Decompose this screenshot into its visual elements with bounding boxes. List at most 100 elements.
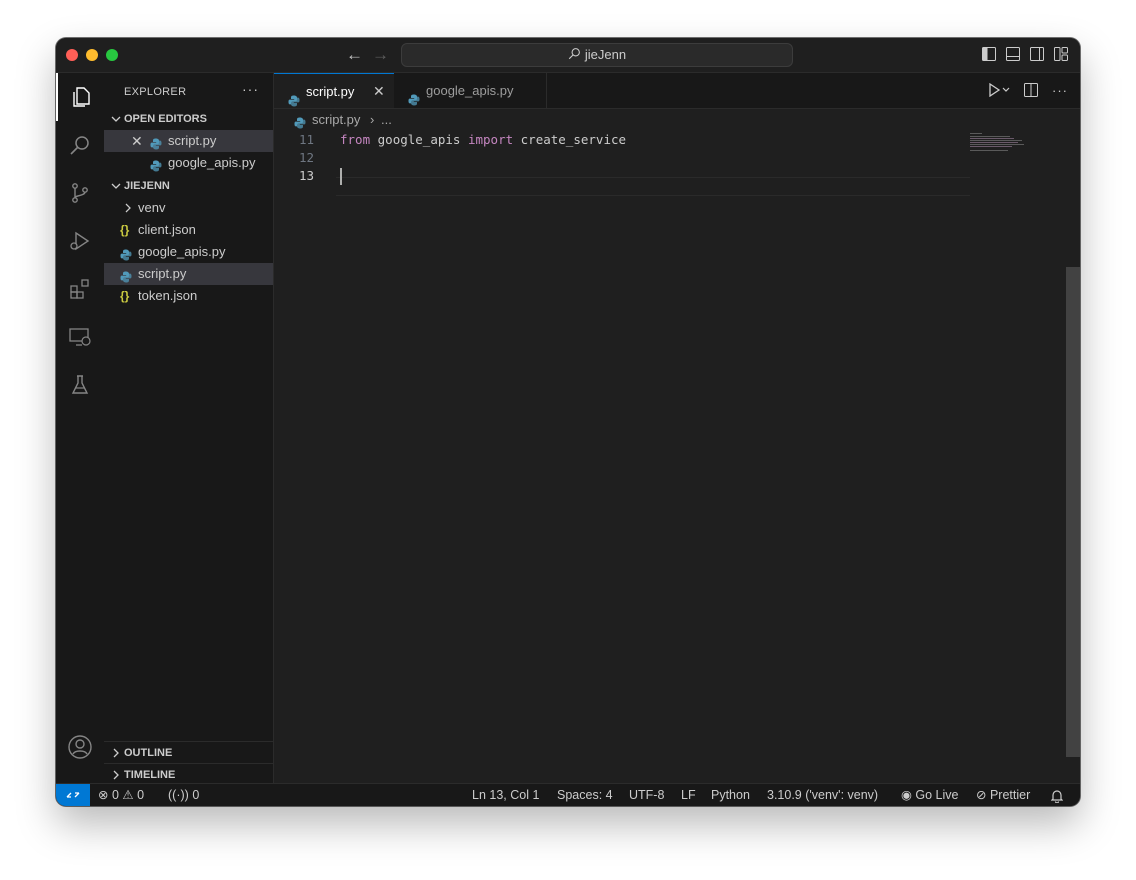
- close-window-button[interactable]: [66, 49, 78, 61]
- status-bar: ⊗ 0 ⚠ 0 ((·)) 0 Ln 13, Col 1 Spaces: 4 U…: [56, 783, 1080, 806]
- line-number: 12: [298, 150, 314, 165]
- code-keyword: import: [467, 132, 514, 147]
- toggle-primary-sidebar-icon[interactable]: [982, 47, 996, 61]
- broadcast-icon: ◉: [901, 788, 912, 802]
- tree-item-google-apis[interactable]: google_apis.py: [104, 241, 273, 263]
- tree-item-label: google_apis.py: [138, 244, 226, 259]
- tree-item-client-json[interactable]: {} client.json: [104, 219, 273, 241]
- prohibited-icon: ⊘: [976, 788, 987, 802]
- go-live-label: Go Live: [915, 788, 959, 802]
- python-icon: [120, 246, 132, 261]
- maximize-window-button[interactable]: [106, 49, 118, 61]
- split-editor-icon[interactable]: [1024, 83, 1038, 100]
- code-line: from google_apis import create_service: [340, 131, 626, 149]
- language-mode[interactable]: Python: [711, 784, 750, 806]
- accounts-icon[interactable]: [56, 723, 104, 771]
- folder-header[interactable]: JIEJENN: [104, 175, 273, 197]
- search-icon: [568, 45, 581, 67]
- json-icon: {}: [120, 289, 130, 303]
- problems-indicator[interactable]: ⊗ 0 ⚠ 0: [98, 784, 144, 806]
- chevron-right-icon: ›: [370, 112, 375, 127]
- line-number: 13: [298, 168, 314, 183]
- chevron-right-icon: [122, 197, 134, 219]
- indentation[interactable]: Spaces: 4: [557, 784, 613, 806]
- explorer-icon[interactable]: [56, 73, 104, 121]
- open-editors-label: OPEN EDITORS: [124, 113, 207, 125]
- ports-count: 0: [192, 788, 200, 802]
- extensions-icon[interactable]: [56, 265, 104, 313]
- close-tab-icon[interactable]: ✕: [373, 74, 385, 109]
- python-interpreter[interactable]: 3.10.9 ('venv': venv): [767, 784, 878, 806]
- run-python-file-icon[interactable]: [988, 82, 1010, 100]
- cursor-position[interactable]: Ln 13, Col 1: [472, 784, 539, 806]
- tree-item-token-json[interactable]: {} token.json: [104, 285, 273, 307]
- tree-item-label: client.json: [138, 222, 196, 237]
- outline-label: OUTLINE: [124, 747, 173, 759]
- folder-label: JIEJENN: [124, 180, 170, 192]
- more-actions-icon[interactable]: ···: [242, 81, 259, 97]
- encoding[interactable]: UTF-8: [629, 784, 664, 806]
- editor-more-actions-icon[interactable]: ···: [1052, 83, 1068, 100]
- tree-item-label: venv: [138, 200, 166, 215]
- code-identifier: create_service: [520, 132, 627, 147]
- forward-arrow-icon[interactable]: →: [372, 45, 389, 65]
- vertical-scrollbar[interactable]: [1066, 267, 1080, 757]
- code-keyword: from: [340, 132, 371, 147]
- python-icon: [408, 84, 420, 106]
- explorer-sidebar: EXPLORER ··· OPEN EDITORS ✕ script.py go…: [104, 73, 274, 784]
- open-editors-header[interactable]: OPEN EDITORS: [104, 108, 273, 130]
- tree-item-venv[interactable]: venv: [104, 197, 273, 219]
- prettier-label: Prettier: [989, 788, 1031, 802]
- customize-layout-icon[interactable]: [1054, 47, 1068, 61]
- toggle-secondary-sidebar-icon[interactable]: [1030, 47, 1044, 61]
- sidebar-title: EXPLORER: [124, 86, 187, 98]
- title-bar: ← → jieJenn: [56, 38, 1080, 73]
- open-editor-label: google_apis.py: [168, 155, 256, 170]
- breadcrumb: script.py › ...: [274, 109, 1080, 131]
- remote-explorer-icon[interactable]: [56, 313, 104, 361]
- back-arrow-icon[interactable]: ←: [346, 45, 363, 65]
- text-cursor: [340, 168, 342, 185]
- open-editor-item[interactable]: ✕ script.py: [104, 130, 273, 152]
- command-center-search[interactable]: jieJenn: [401, 43, 793, 67]
- error-count: 0: [111, 788, 119, 802]
- ports-indicator[interactable]: ((·)) 0: [168, 784, 199, 806]
- code-identifier: google_apis: [377, 132, 461, 147]
- broadcast-icon: ((·)): [168, 788, 189, 802]
- python-icon: [150, 157, 162, 172]
- open-editor-item[interactable]: google_apis.py: [104, 152, 273, 174]
- tab-script-py[interactable]: script.py ✕: [274, 73, 394, 108]
- tree-item-label: script.py: [138, 266, 187, 281]
- minimap[interactable]: [970, 133, 1030, 163]
- toggle-panel-icon[interactable]: [1006, 47, 1020, 61]
- minimize-window-button[interactable]: [86, 49, 98, 61]
- current-line-highlight: [336, 177, 970, 196]
- search-icon[interactable]: [56, 121, 104, 169]
- chevron-down-icon: [110, 108, 122, 130]
- tree-item-script[interactable]: script.py: [104, 263, 273, 285]
- notifications-bell-icon[interactable]: [1050, 784, 1064, 806]
- line-number: 11: [298, 132, 314, 147]
- testing-icon[interactable]: [56, 361, 104, 409]
- close-editor-icon[interactable]: ✕: [131, 130, 143, 152]
- go-live-button[interactable]: ◉ Go Live: [901, 784, 959, 806]
- run-debug-icon[interactable]: [56, 217, 104, 265]
- vscode-window: ← → jieJenn EXPLORER ··· OPEN EDITORS ✕ …: [56, 38, 1080, 806]
- tab-label: google_apis.py: [426, 83, 514, 98]
- prettier-button[interactable]: ⊘ Prettier: [976, 784, 1030, 806]
- tab-google-apis-py[interactable]: google_apis.py: [394, 73, 547, 108]
- remote-indicator-icon[interactable]: [56, 784, 90, 806]
- python-icon: [294, 114, 306, 129]
- breadcrumb-symbol[interactable]: ...: [381, 109, 392, 131]
- chevron-down-icon: [110, 175, 122, 197]
- code-editor[interactable]: 11 12 13 from google_apis import create_…: [274, 131, 1080, 784]
- python-icon: [288, 85, 300, 107]
- warning-count: 0: [137, 788, 145, 802]
- source-control-icon[interactable]: [56, 169, 104, 217]
- tree-item-label: token.json: [138, 288, 198, 303]
- breadcrumb-file[interactable]: script.py: [312, 109, 360, 131]
- json-icon: {}: [120, 223, 130, 237]
- end-of-line[interactable]: LF: [681, 784, 696, 806]
- outline-header[interactable]: OUTLINE: [104, 741, 273, 764]
- activity-bar: [56, 73, 105, 806]
